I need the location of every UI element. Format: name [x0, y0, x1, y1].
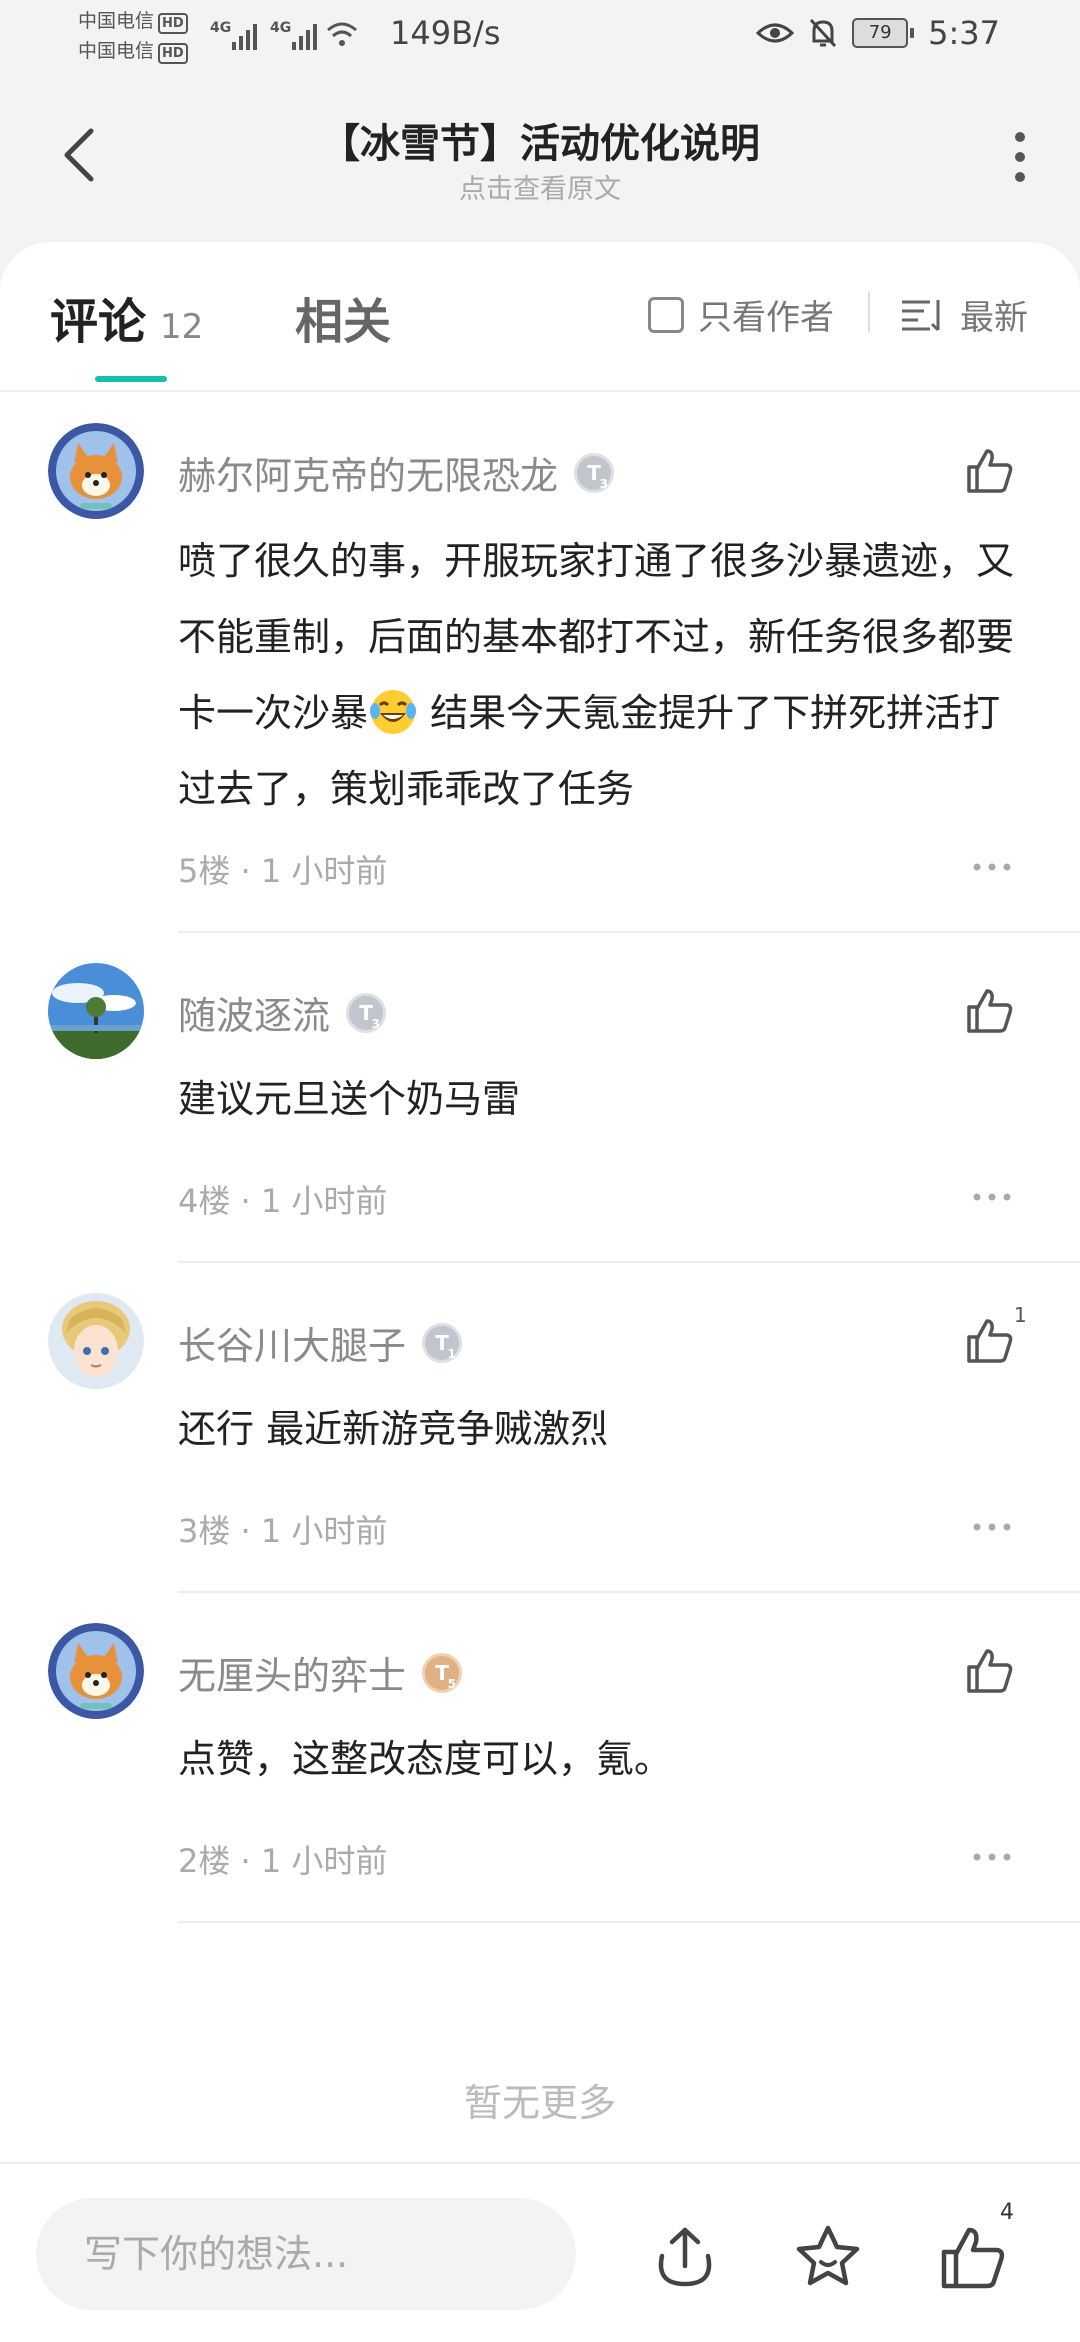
signal-icon: 4G 4G	[210, 16, 370, 56]
comment-author-name: 随波逐流	[178, 994, 331, 1038]
comment-author-name: 长谷川大腿子	[178, 1324, 407, 1368]
page-title: 【冰雪节】活动优化说明	[320, 121, 760, 167]
comment-text: 还行 最近新游竞争贼激烈	[178, 1407, 609, 1451]
avatar[interactable]	[48, 963, 144, 1059]
sort-icon	[902, 299, 940, 331]
divider	[868, 292, 870, 332]
battery-level: 79	[852, 18, 909, 48]
separator	[178, 1261, 1080, 1263]
sort-label: 最新	[960, 298, 1028, 338]
thumbs-up-icon[interactable]	[965, 985, 1015, 1035]
separator	[178, 1921, 1080, 1923]
comment-meta: 5楼 · 1 小时前	[178, 852, 388, 890]
checkbox-icon[interactable]	[648, 296, 684, 333]
comment-author[interactable]: 长谷川大腿子 T1	[178, 1315, 463, 1370]
view-original-link[interactable]: 点击查看原文	[0, 167, 1080, 206]
carrier-1: 中国电信	[78, 10, 155, 32]
thumbs-up-icon[interactable]	[965, 1645, 1015, 1695]
tab-related[interactable]: 相关	[295, 282, 391, 352]
comment-author[interactable]: 赫尔阿克帝的无限恐龙 T3	[178, 445, 615, 500]
eye-icon	[756, 23, 795, 43]
like-count: 1	[1014, 1303, 1027, 1327]
mute-bell-icon	[810, 18, 837, 48]
active-tab-indicator	[95, 376, 167, 382]
level-badge-icon: T5	[422, 1652, 463, 1693]
more-horizontal-icon[interactable]	[972, 862, 1012, 872]
carrier-2: 中国电信	[78, 40, 155, 62]
comment-author[interactable]: 无厘头的弈士 T5	[178, 1645, 463, 1700]
hd-badge: HD	[158, 13, 188, 34]
laughing-tears-emoji-icon	[370, 689, 417, 734]
more-vertical-icon[interactable]	[1008, 129, 1032, 185]
comment-author-name: 赫尔阿克帝的无限恐龙	[178, 454, 559, 498]
sort-button[interactable]: 最新	[900, 290, 1028, 339]
bottom-bar: 写下你的想法... 4	[0, 2162, 1080, 2342]
thumbs-up-icon[interactable]	[965, 445, 1015, 495]
comment-meta: 3楼 · 1 小时前	[178, 1512, 388, 1550]
thumbs-up-icon[interactable]	[965, 1315, 1015, 1365]
separator	[178, 931, 1080, 933]
comment-input[interactable]: 写下你的想法...	[36, 2198, 576, 2310]
comment-text: 点赞，这整改态度可以，氪。	[178, 1737, 673, 1781]
nav-header: 【冰雪节】活动优化说明 点击查看原文	[0, 95, 1080, 215]
level-badge-icon: T3	[574, 452, 615, 493]
carrier-info: 中国电信 HD 中国电信 HD	[78, 6, 188, 66]
more-horizontal-icon[interactable]	[972, 1522, 1012, 1532]
comments-count: 12	[160, 307, 204, 347]
more-horizontal-icon[interactable]	[972, 1852, 1012, 1862]
no-more-text: 暂无更多	[463, 2081, 616, 2125]
comment-author-name: 无厘头的弈士	[178, 1654, 407, 1698]
like-count: 4	[1000, 2200, 1014, 2225]
hd-badge: HD	[158, 43, 188, 64]
level-badge-icon: T3	[346, 992, 387, 1033]
favorite-star-icon[interactable]	[793, 2222, 863, 2292]
share-icon[interactable]	[650, 2222, 720, 2292]
comment-meta: 4楼 · 1 小时前	[178, 1182, 388, 1220]
status-bar: 中国电信 HD 中国电信 HD 4G 4G 149B/s 79 5:37	[0, 0, 1080, 75]
author-only-label: 只看作者	[698, 298, 834, 338]
svg-text:4G: 4G	[210, 20, 231, 36]
avatar[interactable]	[48, 1623, 144, 1719]
avatar[interactable]	[48, 423, 144, 519]
tab-comments[interactable]: 评论 12	[50, 282, 203, 352]
tab-comments-label: 评论	[50, 294, 147, 350]
comment-meta: 2楼 · 1 小时前	[178, 1842, 388, 1880]
comment-text: 建议元旦送个奶马雷	[178, 1077, 521, 1121]
svg-text:4G: 4G	[270, 20, 291, 36]
separator	[178, 1591, 1080, 1593]
comment-text: 喷了很久的事，开服玩家打通了很多沙暴遗迹，又不能重制，后面的基本都打不过，新任务…	[178, 539, 1015, 811]
comment-author[interactable]: 随波逐流 T3	[178, 985, 387, 1040]
thumbs-up-icon[interactable]	[938, 2222, 1008, 2292]
clock: 5:37	[928, 14, 1000, 52]
level-badge-icon: T1	[422, 1322, 463, 1363]
battery-icon: 79	[852, 18, 915, 48]
tab-bar: 评论 12 相关 只看作者 最新	[0, 242, 1080, 392]
more-horizontal-icon[interactable]	[972, 1192, 1012, 1202]
author-only-toggle[interactable]: 只看作者	[648, 290, 834, 339]
net-speed: 149B/s	[390, 14, 501, 52]
avatar[interactable]	[48, 1293, 144, 1389]
